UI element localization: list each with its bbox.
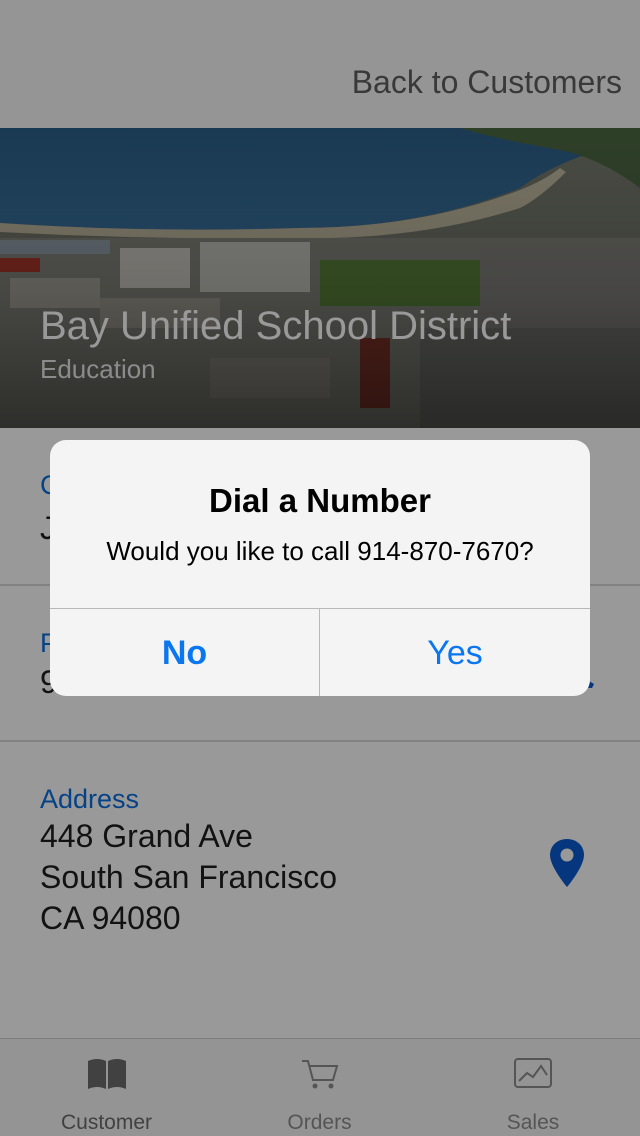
yes-button[interactable]: Yes <box>320 609 590 696</box>
no-button[interactable]: No <box>50 609 320 696</box>
alert-title: Dial a Number <box>209 482 431 519</box>
alert-button-row: No Yes <box>50 608 590 696</box>
alert-message: Would you like to call 914-870-7670? <box>106 536 534 566</box>
dial-alert-dialog: Dial a Number Would you like to call 914… <box>50 440 590 696</box>
